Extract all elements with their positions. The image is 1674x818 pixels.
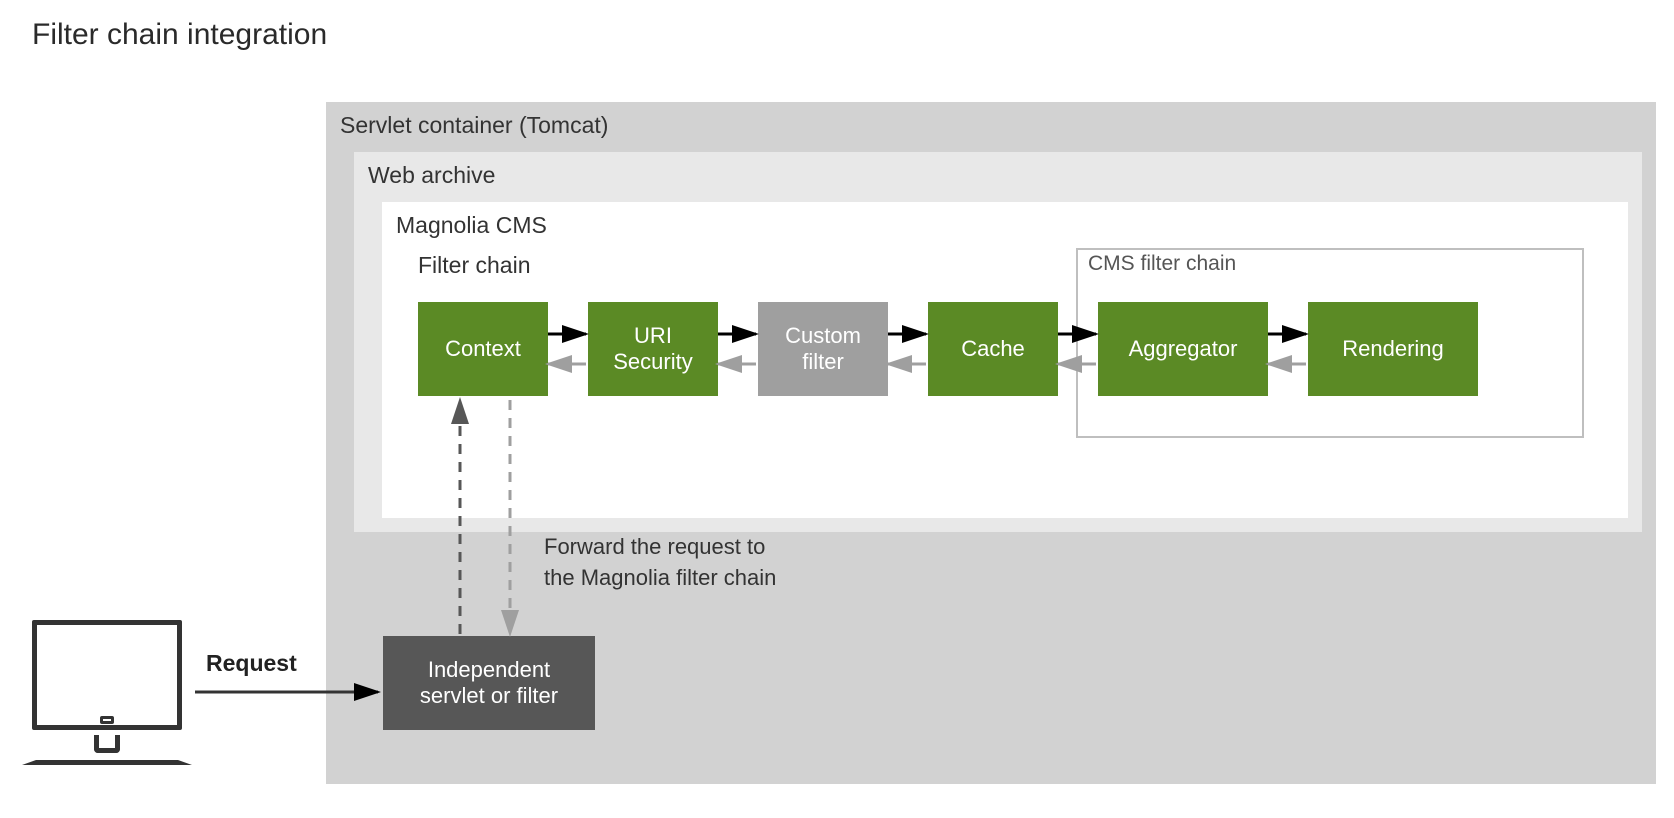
request-label: Request <box>206 650 297 677</box>
filter-context-box: Context <box>418 302 548 396</box>
web-archive-label: Web archive <box>368 162 495 189</box>
client-computer-icon <box>22 620 192 790</box>
diagram-title: Filter chain integration <box>32 18 327 52</box>
filter-aggregator-box: Aggregator <box>1098 302 1268 396</box>
filter-cache-label: Cache <box>961 336 1025 362</box>
magnolia-cms-label: Magnolia CMS <box>396 212 547 239</box>
filter-custom-label: Customfilter <box>785 323 861 376</box>
web-archive-panel: Web archive Magnolia CMS Filter chain CM… <box>354 152 1642 532</box>
filter-chain-label: Filter chain <box>418 252 530 279</box>
servlet-container-panel: Servlet container (Tomcat) Web archive M… <box>326 102 1656 784</box>
filter-uri-security-label: URISecurity <box>613 323 692 376</box>
filter-context-label: Context <box>445 336 521 362</box>
filter-custom-box: Customfilter <box>758 302 888 396</box>
filter-cache-box: Cache <box>928 302 1058 396</box>
forward-request-text: Forward the request tothe Magnolia filte… <box>544 532 776 594</box>
filter-aggregator-label: Aggregator <box>1129 336 1238 362</box>
independent-servlet-box: Independentservlet or filter <box>383 636 595 730</box>
cms-filter-chain-label: CMS filter chain <box>1088 252 1236 276</box>
filter-uri-security-box: URISecurity <box>588 302 718 396</box>
filter-rendering-label: Rendering <box>1342 336 1444 362</box>
filter-chain-area: Filter chain CMS filter chain Context UR… <box>396 252 1614 504</box>
filter-rendering-box: Rendering <box>1308 302 1478 396</box>
independent-servlet-label: Independentservlet or filter <box>420 657 558 710</box>
servlet-container-label: Servlet container (Tomcat) <box>340 112 608 139</box>
magnolia-cms-panel: Magnolia CMS Filter chain CMS filter cha… <box>382 202 1628 518</box>
